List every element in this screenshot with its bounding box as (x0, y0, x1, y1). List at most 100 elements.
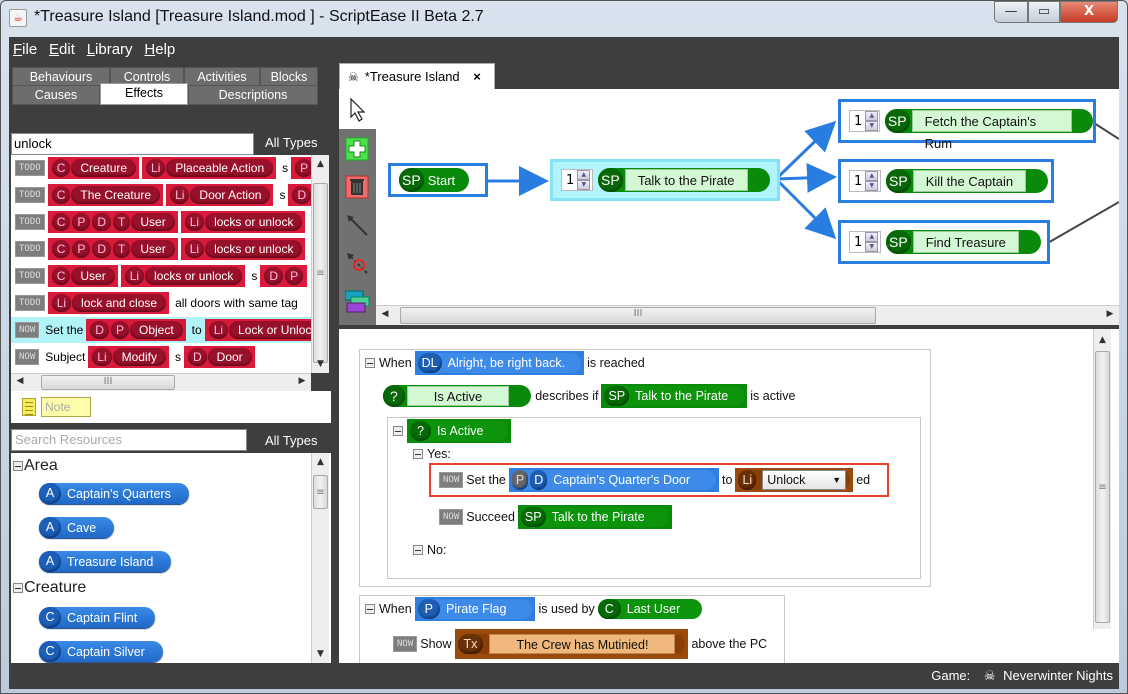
scroll-thumb[interactable]: ≡ (1095, 351, 1110, 623)
parameter-slot[interactable]: Li locks or unlock (180, 211, 306, 233)
parameter-slot[interactable]: C The Creature (47, 184, 164, 206)
library-search-input[interactable]: unlock (11, 133, 254, 155)
graph-node-talk-to-pirate[interactable]: 1 ▲ ▼ SP Talk to the Pirate (550, 159, 780, 201)
insert-node-tool[interactable] (345, 137, 369, 161)
scroll-up-arrow[interactable]: ▲ (312, 457, 329, 467)
tab-descriptions[interactable]: Descriptions (188, 85, 318, 105)
scroll-thumb[interactable]: III (41, 375, 175, 390)
effect-list-item[interactable]: TODO C P D T User Li locks or unlock (11, 209, 311, 235)
effect-list-item[interactable]: TODO C The Creature Li Door Action s D (11, 182, 311, 208)
graph-node-start[interactable]: SP Start (388, 163, 488, 197)
effect-show-text[interactable]: NOW Show Tx The Crew has Mutinied! above… (389, 629, 767, 659)
node-label[interactable]: Talk to the Pirate (624, 169, 748, 191)
tab-causes[interactable]: Causes (12, 85, 100, 105)
effects-vscroll[interactable]: ▲ ≡ ▼ (311, 155, 329, 373)
tab-close-icon[interactable]: × (473, 69, 481, 84)
effect-list-item[interactable]: NOW Set the D P Object to Li Lock or Unlock (11, 317, 311, 343)
library-type-filter[interactable]: All Types (265, 135, 318, 150)
story-point-pill[interactable]: SP Talk to the Pirate (520, 507, 669, 527)
tab-behaviours[interactable]: Behaviours (12, 67, 110, 87)
effects-hscroll[interactable]: ◀ III ▶ (11, 373, 311, 391)
parameter-slot[interactable]: C P D T User (47, 238, 178, 260)
menu-help[interactable]: Help (140, 37, 179, 58)
effect-succeed[interactable]: NOW Succeed SP Talk to the Pirate (435, 505, 675, 529)
graph-node-kill-captain[interactable]: 1 ▲ ▼ SP Kill the Captain (838, 159, 1054, 203)
delete-node-tool[interactable] (345, 175, 369, 199)
parameter-slot[interactable]: Li Door Action (166, 184, 274, 206)
placeable-pill[interactable]: P Pirate Flag (417, 599, 533, 619)
tab-blocks[interactable]: Blocks (260, 67, 318, 87)
story-point-pill[interactable]: SP Talk to the Pirate (604, 386, 745, 406)
resource-search-input[interactable]: Search Resources (11, 429, 247, 451)
increment-icon[interactable]: ▲ (865, 171, 879, 181)
parameter-slot[interactable]: Li Lock or Unlock (204, 319, 311, 341)
parameter-slot[interactable]: D P Object (86, 319, 186, 341)
scroll-left-arrow[interactable]: ◀ (380, 309, 390, 319)
last-user-pill[interactable]: C Last User (597, 599, 703, 619)
collapse-icon[interactable] (393, 426, 403, 436)
placeable-slot[interactable]: P Pirate Flag (414, 597, 536, 621)
resource-item[interactable]: C Captain Flint (39, 607, 156, 628)
question-slot[interactable]: ? Is Active (407, 419, 511, 443)
graph-node-fetch-rum[interactable]: 1 ▲ ▼ SP Fetch the Captain's Rum (838, 99, 1096, 151)
collapse-icon[interactable] (413, 545, 423, 555)
story-point-slot[interactable]: SP Talk to the Pirate (517, 505, 672, 529)
resource-item[interactable]: A Cave (39, 517, 115, 538)
group-tool[interactable] (344, 289, 370, 313)
parameter-slot[interactable]: DP (260, 265, 308, 287)
door-slot[interactable]: P D Captain's Quarter's Door (508, 468, 720, 492)
resource-vscroll[interactable]: ▲ ≡ ▼ (311, 453, 329, 663)
increment-icon[interactable]: ▲ (577, 170, 591, 180)
story-point-slot[interactable]: SP Talk to the Pirate (601, 384, 748, 408)
parameter-slot[interactable]: P (291, 157, 311, 179)
parameter-slot[interactable]: Li Placeable Action (142, 157, 277, 179)
scroll-down-arrow[interactable]: ▼ (312, 359, 329, 369)
tab-treasure-island[interactable]: ☠ *Treasure Island × (339, 63, 495, 89)
dialogue-slot[interactable]: DL Alright, be right back. (414, 351, 585, 375)
note-input[interactable]: Note (41, 397, 91, 417)
node-label[interactable]: Kill the Captain (912, 170, 1027, 192)
select-tool[interactable] (339, 89, 376, 129)
scroll-right-arrow[interactable]: ▶ (297, 376, 307, 386)
scroll-thumb[interactable]: ≡ (313, 475, 328, 509)
text-slot[interactable]: Tx The Crew has Mutinied! (454, 629, 689, 659)
lock-state-dropdown[interactable]: Unlock ▼ (762, 470, 847, 490)
question-pill[interactable]: ? Is Active (410, 421, 508, 441)
fan-in-spinner[interactable]: 1 ▲ ▼ (561, 169, 593, 191)
graph-hscroll[interactable]: ◀ III ▶ (376, 305, 1119, 325)
resource-item[interactable]: A Captain's Quarters (39, 483, 189, 504)
decrement-icon[interactable]: ▼ (865, 121, 879, 131)
close-button[interactable]: X (1060, 1, 1118, 23)
parameter-slot[interactable]: D Door (183, 346, 255, 368)
tab-activities[interactable]: Activities (184, 67, 260, 87)
parameter-slot[interactable]: Li Modify (88, 346, 169, 368)
increment-icon[interactable]: ▲ (865, 111, 879, 121)
story-point[interactable]: SP Fetch the Captain's Rum (884, 109, 1093, 151)
collapse-icon[interactable] (13, 583, 23, 593)
lock-state-pill[interactable]: Li Unlock ▼ (738, 470, 851, 490)
description-pill[interactable]: ? Is Active (383, 385, 532, 407)
group-creature[interactable]: Creature (13, 579, 86, 597)
increment-icon[interactable]: ▲ (865, 232, 879, 242)
menu-library[interactable]: Library (83, 37, 137, 58)
collapse-icon[interactable] (365, 358, 375, 368)
effect-list-item[interactable]: TODO C Creature Li Placeable Action s P (11, 155, 311, 181)
text-value-field[interactable]: The Crew has Mutinied! (489, 634, 676, 654)
collapse-icon[interactable] (365, 604, 375, 614)
graph-node-find-treasure[interactable]: 1 ▲ ▼ SP Find Treasure (838, 220, 1050, 264)
parameter-slot[interactable]: Li locks or unlock (120, 265, 246, 287)
story-point[interactable]: SP Talk to the Pirate (598, 168, 770, 192)
node-label[interactable]: Fetch the Captain's Rum (911, 110, 1073, 151)
maximize-button[interactable]: ▭ (1028, 1, 1060, 23)
fan-in-spinner[interactable]: 1 ▲ ▼ (849, 170, 881, 192)
decrement-icon[interactable]: ▼ (865, 181, 879, 191)
resource-item[interactable]: C Captain Silver (39, 641, 163, 662)
fan-in-spinner[interactable]: 1 ▲ ▼ (849, 110, 880, 132)
effect-list-item[interactable]: NOW Subject Li Modify s D Door (11, 344, 311, 370)
story-point[interactable]: SP Find Treasure (886, 230, 1041, 254)
fan-in-spinner[interactable]: 1 ▲ ▼ (849, 231, 881, 253)
connect-tool[interactable] (345, 213, 369, 237)
resource-item[interactable]: A Treasure Island (39, 551, 172, 572)
scroll-up-arrow[interactable]: ▲ (312, 159, 329, 169)
decrement-icon[interactable]: ▼ (865, 242, 879, 252)
